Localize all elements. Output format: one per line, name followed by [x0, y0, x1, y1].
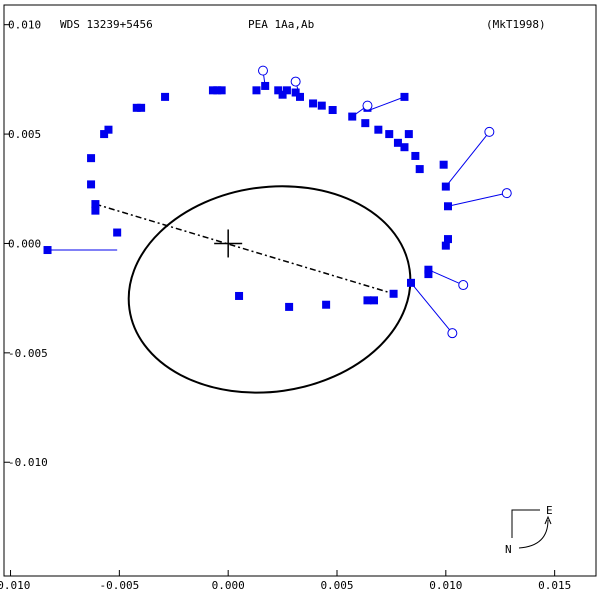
- observation-square: [113, 228, 122, 237]
- header-center-label: PEA 1Aa,Ab: [248, 18, 314, 31]
- observation-square: [285, 302, 294, 311]
- x-tick-label: -0.005: [99, 579, 139, 592]
- observation-square: [424, 265, 433, 274]
- observation-square: [104, 125, 113, 134]
- y-tick-label: -0.010: [8, 456, 48, 469]
- x-tick-label: 0.005: [320, 579, 353, 592]
- observation-square: [400, 92, 409, 101]
- observation-square: [385, 130, 394, 139]
- observation-square: [217, 86, 226, 95]
- observation-square: [309, 99, 318, 108]
- observation-square: [407, 278, 415, 287]
- header-left-label: WDS 13239+5456: [60, 18, 153, 31]
- plot-frame: [3, 4, 597, 577]
- observation-open-circle: [290, 76, 301, 87]
- observation-square: [348, 112, 357, 121]
- observation-square: [361, 119, 370, 128]
- observation-open-circle: [501, 188, 512, 199]
- observation-square: [87, 154, 96, 163]
- observation-square: [439, 160, 448, 169]
- observation-square: [411, 151, 420, 160]
- x-tick-label: -0.010: [0, 579, 30, 592]
- observation-square: [415, 165, 424, 174]
- observation-square: [261, 81, 270, 90]
- observation-square: [43, 246, 52, 255]
- observation-square: [296, 92, 304, 101]
- observation-square: [252, 86, 261, 95]
- observation-open-circle: [484, 126, 495, 137]
- observation-square: [87, 180, 96, 189]
- observation-square: [137, 103, 146, 112]
- observation-square: [161, 92, 170, 101]
- orbit-chart: WDS 13239+5456 PEA 1Aa,Ab (MkT1998) -0.0…: [0, 4, 597, 592]
- observation-square: [441, 241, 450, 250]
- x-tick-label: 0.015: [538, 579, 571, 592]
- observation-square: [235, 291, 244, 300]
- observation-open-circle: [362, 100, 373, 111]
- observation-square: [389, 289, 398, 298]
- observation-open-circle: [447, 328, 458, 339]
- observation-open-circle: [258, 65, 268, 76]
- compass-east-label: E: [546, 504, 553, 517]
- observation-square: [441, 182, 450, 191]
- observation-square: [444, 202, 452, 211]
- observation-square: [317, 101, 326, 110]
- header-right-label: (MkT1998): [486, 18, 546, 31]
- y-tick-label: -0.005: [8, 347, 48, 360]
- observation-square: [282, 86, 291, 95]
- x-tick-label: 0.010: [429, 579, 462, 592]
- observation-square: [374, 125, 383, 134]
- observation-open-circle: [458, 280, 469, 291]
- y-tick-label: 0.010: [8, 19, 41, 32]
- y-tick-label: 0.000: [8, 237, 41, 250]
- x-tick-label: 0.000: [212, 579, 245, 592]
- observation-square: [400, 143, 409, 152]
- observation-square: [404, 130, 413, 139]
- observation-square: [322, 300, 331, 309]
- observation-square: [363, 296, 372, 305]
- observation-square: [91, 200, 100, 209]
- y-tick-label: 0.005: [8, 128, 41, 141]
- compass-north-label: N: [505, 543, 512, 556]
- observation-square: [328, 106, 337, 115]
